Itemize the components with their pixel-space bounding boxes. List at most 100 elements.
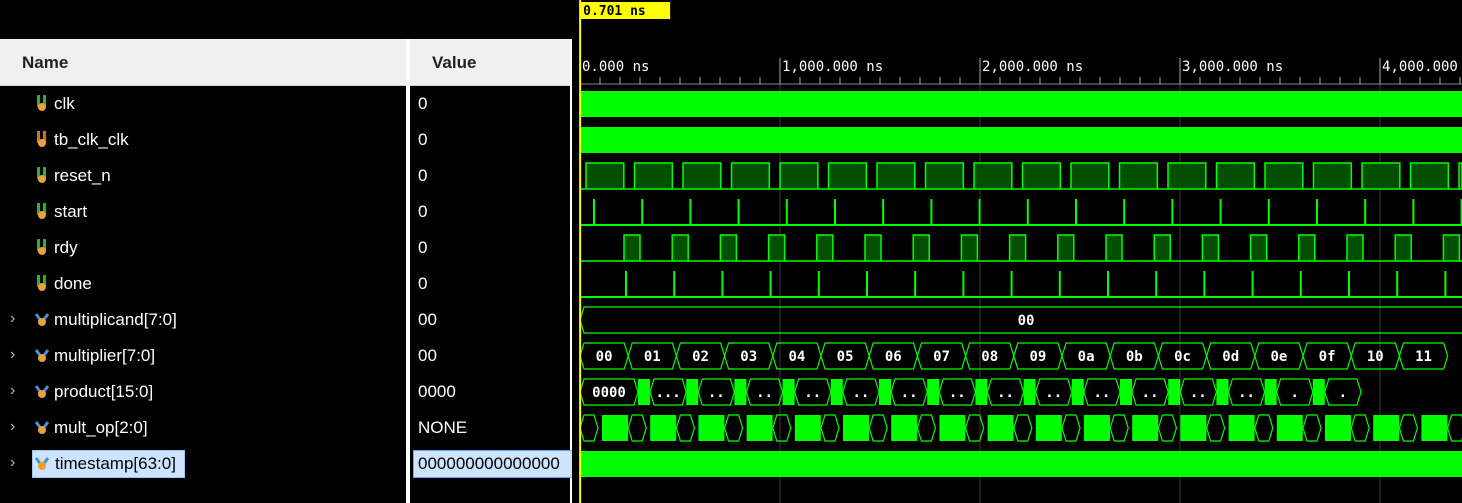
- mult-op-bus: [1398, 414, 1419, 442]
- signal-value[interactable]: NONE: [418, 418, 467, 438]
- bus-orange-icon: [34, 454, 50, 472]
- signal-row[interactable]: tb_clk_clk 0: [0, 122, 572, 158]
- rdy-pulse-fill: [1154, 235, 1171, 261]
- signal-name-panel: Name Value clk 0 tb_clk_clk 0 reset_n 0 start 0…: [0, 0, 573, 503]
- rdy-pulse-fill: [913, 235, 930, 261]
- wire-icon: [34, 94, 50, 112]
- product-bus-label: ..: [1045, 385, 1062, 401]
- signal-value[interactable]: 0: [418, 274, 427, 294]
- signal-value[interactable]: 00: [418, 310, 437, 330]
- signal-value[interactable]: 0: [418, 130, 427, 150]
- ruler-tick-label: 0.000 ns: [582, 59, 649, 75]
- signal-name[interactable]: timestamp[63:0]: [32, 450, 185, 478]
- multiplier-bus-label: 09: [1029, 349, 1046, 365]
- rdy-pulse-fill: [961, 235, 978, 261]
- signal-name[interactable]: multiplier[7:0]: [54, 346, 155, 366]
- multiplier-bus-label: 07: [933, 349, 950, 365]
- signal-name[interactable]: mult_op[2:0]: [54, 418, 148, 438]
- mult-op-fill: [602, 415, 628, 441]
- signal-row[interactable]: › product[15:0] 0000: [0, 374, 572, 410]
- chevron-right-icon[interactable]: ›: [10, 383, 24, 399]
- signal-value[interactable]: 0000: [418, 382, 456, 402]
- waveform-canvas[interactable]: 0.000 ns 1,000.000 ns 2,000.000 ns 3,000.00…: [572, 0, 1462, 503]
- signal-value[interactable]: 0: [418, 238, 427, 258]
- product-bus-label: ..: [901, 385, 918, 401]
- product-busy-fill: [879, 379, 891, 405]
- signal-name[interactable]: done: [54, 274, 92, 294]
- signal-value[interactable]: 0: [418, 202, 427, 222]
- start-wave: [580, 199, 1462, 226]
- signal-name[interactable]: product[15:0]: [54, 382, 153, 402]
- signal-name[interactable]: multiplicand[7:0]: [54, 310, 177, 330]
- signal-name[interactable]: start: [54, 202, 87, 222]
- signal-row[interactable]: done 0: [0, 266, 572, 302]
- signal-name[interactable]: tb_clk_clk: [54, 130, 129, 150]
- rdy-pulse-fill: [1009, 235, 1026, 261]
- rdy-pulse-fill: [1443, 235, 1460, 261]
- ruler-tick-label: 2,000.000 ns: [982, 59, 1083, 75]
- mult-op-fill: [1132, 415, 1159, 441]
- multiplier-bus-label: 0a: [1078, 349, 1095, 365]
- signal-row[interactable]: start 0: [0, 194, 572, 230]
- reset-pulse-fill: [1410, 163, 1449, 189]
- mult-op-bus: [675, 414, 696, 442]
- product-busy-fill: [1168, 379, 1181, 405]
- multiplier-bus-label: 08: [981, 349, 998, 365]
- multiplier-bus-label: 0f: [1319, 349, 1336, 365]
- value-column-header[interactable]: Value: [410, 39, 570, 86]
- name-column-header[interactable]: Name: [0, 39, 406, 86]
- bus-icon: [34, 346, 50, 364]
- product-busy-fill: [1312, 379, 1325, 405]
- done-wave: [580, 271, 1462, 298]
- chevron-right-icon[interactable]: ›: [10, 455, 24, 471]
- ruler-tick-label: 1,000.000 ns: [782, 59, 883, 75]
- product-busy-fill: [975, 379, 988, 405]
- signal-row[interactable]: clk 0: [0, 86, 572, 122]
- wire-icon: [34, 166, 50, 184]
- product-busy-fill: [1120, 379, 1132, 405]
- mult-op-bus: [723, 414, 744, 442]
- product-busy-fill: [686, 379, 699, 405]
- signal-row[interactable]: › timestamp[63:0] 000000000000000: [0, 446, 573, 482]
- signal-value[interactable]: 000000000000000: [413, 450, 573, 478]
- signal-row[interactable]: reset_n 0: [0, 158, 572, 194]
- signal-row[interactable]: rdy 0: [0, 230, 572, 266]
- rdy-pulse-fill: [1250, 235, 1267, 261]
- product-bus-label: ..: [997, 385, 1014, 401]
- timestamp-wave: [580, 451, 1462, 477]
- signal-name[interactable]: clk: [54, 94, 75, 114]
- reset-pulse-fill: [586, 163, 624, 189]
- chevron-right-icon[interactable]: ›: [10, 419, 24, 435]
- signal-value[interactable]: 0: [418, 166, 427, 186]
- ruler-tick-label: 3,000.000 ns: [1182, 59, 1283, 75]
- signal-row[interactable]: › multiplier[7:0] 00: [0, 338, 572, 374]
- wire-icon: [34, 274, 50, 292]
- rdy-pulse-fill: [672, 235, 689, 261]
- multiplier-bus-label: 00: [596, 349, 613, 365]
- mult-op-fill: [746, 415, 773, 441]
- product-busy-fill: [1023, 379, 1036, 405]
- product-bus-label: ..: [708, 385, 725, 401]
- product-busy-fill: [830, 379, 843, 405]
- mult-op-bus: [627, 414, 647, 442]
- product-bus-label: .: [1339, 385, 1347, 401]
- signal-name[interactable]: reset_n: [54, 166, 111, 186]
- chevron-right-icon[interactable]: ›: [10, 311, 24, 327]
- chevron-right-icon[interactable]: ›: [10, 347, 24, 363]
- cursor-label: 0.701 ns: [583, 4, 646, 19]
- signal-row[interactable]: › mult_op[2:0] NONE: [0, 410, 572, 446]
- signal-value[interactable]: 00: [418, 346, 437, 366]
- product-busy-fill: [638, 379, 650, 405]
- wire-orange-icon: [34, 130, 50, 148]
- waveform-panel[interactable]: 0.000 ns 1,000.000 ns 2,000.000 ns 3,000.00…: [572, 0, 1462, 503]
- reset-pulse-fill: [828, 163, 867, 189]
- mult-op-fill: [698, 415, 725, 441]
- signal-row[interactable]: › multiplicand[7:0] 00: [0, 302, 572, 338]
- product-busy-fill: [927, 379, 940, 405]
- signal-name[interactable]: rdy: [54, 238, 78, 258]
- mult-op-fill: [1373, 415, 1400, 441]
- mult-op-fill: [1035, 415, 1062, 441]
- signal-value[interactable]: 0: [418, 94, 427, 114]
- product-bus-label: ..: [1190, 385, 1207, 401]
- reset-pulse-fill: [1071, 163, 1109, 189]
